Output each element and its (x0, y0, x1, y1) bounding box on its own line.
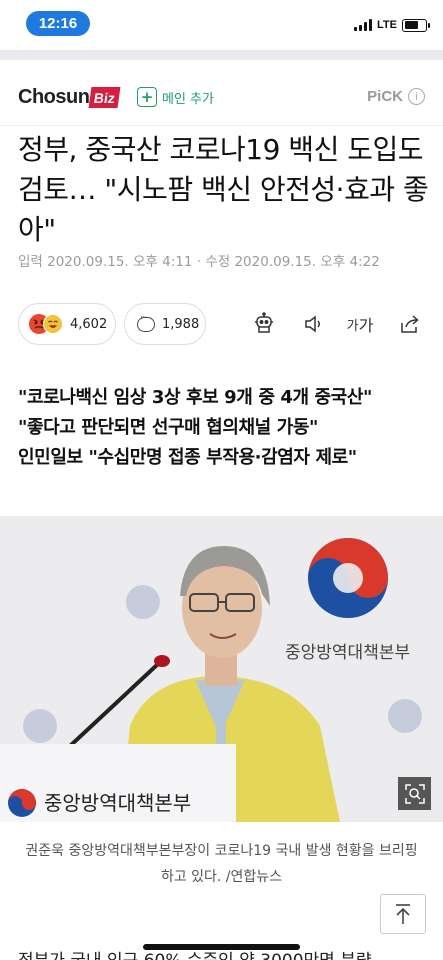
article-dateline: 입력 2020.09.15. 오후 4:11 · 수정 2020.09.15. … (18, 254, 380, 270)
article-photo[interactable]: 중앙방역대책본부 중앙방역대책본부 (0, 516, 443, 822)
article-header: Chosun Biz + 메인 추가 PiCK i (0, 68, 443, 126)
zoom-expand-icon[interactable] (398, 777, 431, 810)
robot-reader-icon[interactable] (250, 310, 278, 338)
kdca-emblem-icon (308, 538, 388, 618)
scroll-top-button[interactable] (380, 894, 426, 934)
photo-caption: 권준욱 중앙방역대책부본부장이 코로나19 국내 발생 현황을 브리핑 하고 있… (25, 843, 418, 885)
arrow-up-icon (396, 904, 410, 924)
battery-icon (402, 18, 430, 32)
article-action-bar: 4,602 1,988 가가 (18, 303, 428, 345)
logo-badge: Biz (88, 86, 121, 108)
signal-icon (354, 19, 373, 31)
home-indicator[interactable] (143, 944, 300, 950)
network-type: LTE (377, 19, 397, 31)
comment-count: 1,988 (162, 316, 200, 332)
subtitle-line: "코로나백신 임상 3상 후보 9개 중 4개 중국산" (18, 387, 372, 408)
add-to-main-button[interactable]: + 메인 추가 (137, 87, 214, 107)
status-indicators: LTE (354, 17, 430, 33)
speaker-icon[interactable] (300, 310, 328, 338)
chosunbiz-logo[interactable]: Chosun Biz (18, 82, 121, 112)
pick-label: PiCK (367, 88, 403, 105)
pick-button[interactable]: PiCK i (367, 88, 425, 105)
font-size-small: 가 (346, 318, 359, 334)
share-icon[interactable] (396, 310, 424, 338)
subtitle-line: "좋다고 판단되면 선구매 협의채널 가동" (18, 417, 318, 438)
speech-bubble-icon (137, 313, 155, 332)
font-size-large: 가 (358, 316, 374, 335)
comment-button[interactable]: 1,988 (124, 303, 206, 345)
reaction-button[interactable]: 4,602 (18, 303, 116, 345)
article-subtitles: "코로나백신 임상 3상 후보 9개 중 4개 중국산" "좋다고 판단되면 선… (18, 383, 432, 473)
info-icon[interactable]: i (408, 88, 425, 105)
plus-icon: + (137, 87, 157, 107)
status-bar: 12:16 LTE (0, 0, 443, 50)
article-headline: 정부, 중국산 코로나19 백신 도입도 검토… "시노팜 백신 안전성·효과 … (18, 133, 429, 246)
logo-text: Chosun (18, 85, 90, 108)
podium-text: 중앙방역대책본부 (44, 791, 191, 815)
photo-sign-text: 중앙방역대책본부 (285, 643, 410, 663)
font-size-button[interactable]: 가가 (346, 310, 374, 338)
reaction-count: 4,602 (70, 316, 108, 332)
laugh-emoji-icon (43, 314, 63, 334)
subtitle-line: 인민일보 "수십만명 접종 부작용·감염자 제로" (18, 447, 357, 468)
status-time: 12:16 (26, 11, 90, 36)
status-divider (0, 50, 443, 60)
add-main-label: 메인 추가 (162, 91, 214, 107)
